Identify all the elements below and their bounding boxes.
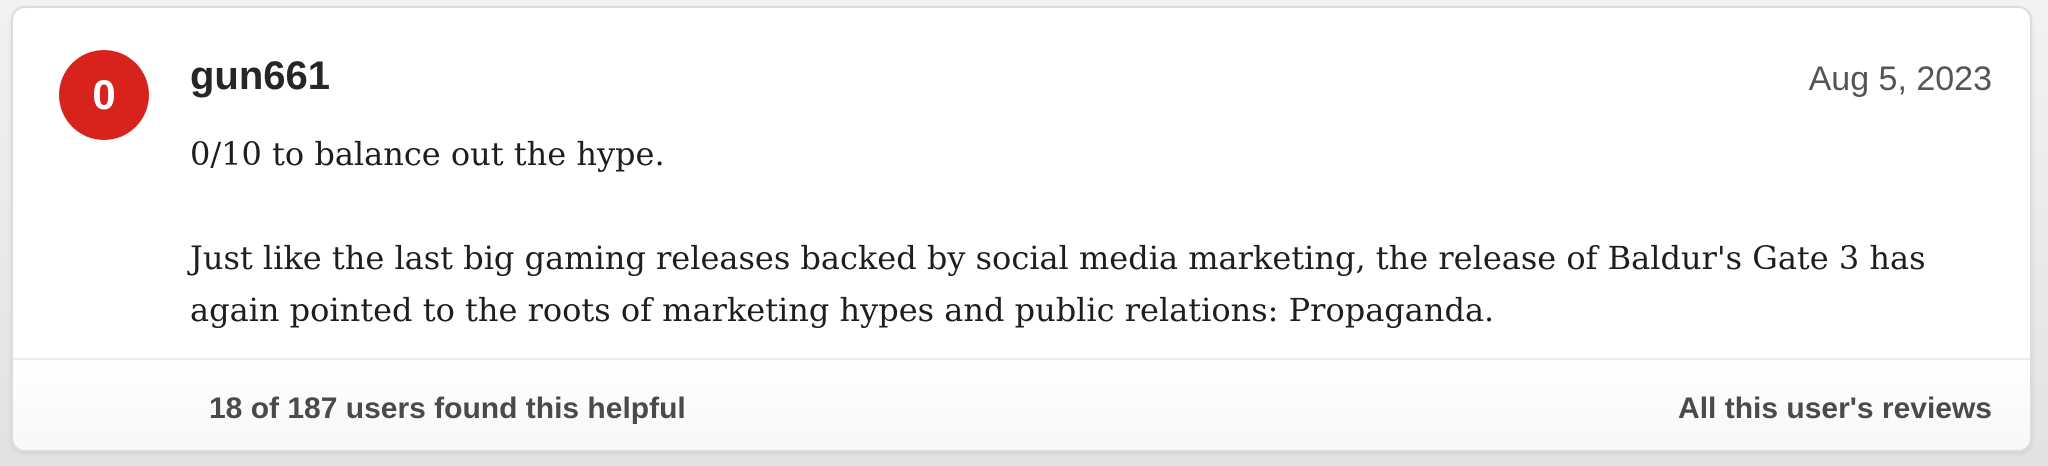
- user-review-card: 0 gun661 Aug 5, 2023 0/10 to balance out…: [11, 6, 2032, 452]
- review-date: Aug 5, 2023: [1808, 60, 1992, 98]
- review-body: 0/10 to balance out the hype. Just like …: [190, 128, 1990, 336]
- review-paragraph: 0/10 to balance out the hype.: [190, 135, 665, 173]
- review-footer: 18 of 187 users found this helpful All t…: [13, 358, 2030, 450]
- helpful-count: 18 of 187 users found this helpful: [209, 392, 686, 425]
- all-user-reviews-link[interactable]: All this user's reviews: [1678, 392, 1992, 426]
- score-badge: 0: [59, 50, 149, 140]
- review-paragraph: Just like the last big gaming releases b…: [190, 239, 1926, 329]
- reviewer-username-link[interactable]: gun661: [190, 54, 330, 99]
